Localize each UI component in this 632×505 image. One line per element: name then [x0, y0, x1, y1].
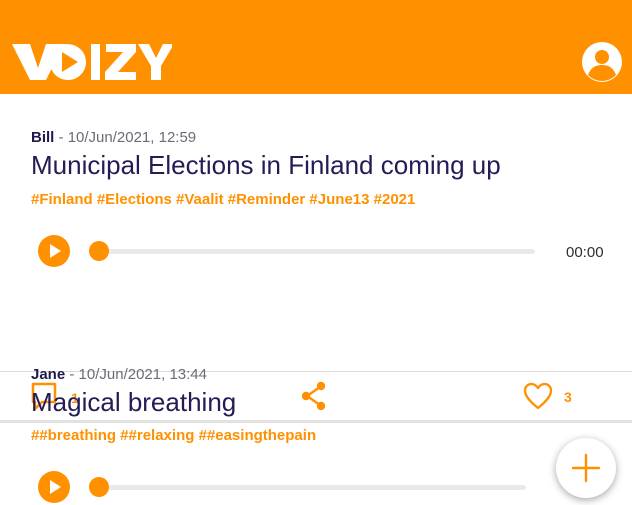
plus-icon [571, 453, 601, 483]
share-button[interactable] [299, 381, 329, 411]
play-button[interactable] [38, 471, 70, 503]
post-meta: Bill - 10/Jun/2021, 12:59 [31, 129, 196, 146]
author-name[interactable]: Bill [31, 129, 54, 146]
share-icon [301, 381, 326, 411]
author-name[interactable]: Jane [31, 366, 65, 383]
voizy-logo-mark [12, 44, 174, 80]
profile-button[interactable] [582, 42, 622, 82]
audio-progress-track[interactable] [96, 485, 526, 490]
post-timestamp: 10/Jun/2021, 12:59 [67, 129, 197, 146]
post-meta: Jane - 10/Jun/2021, 13:44 [31, 366, 207, 383]
post-hashtags[interactable]: #Finland #Elections #Vaalit #Reminder #J… [31, 191, 415, 208]
audio-time: 00:00 [566, 244, 604, 261]
app-header [0, 0, 632, 94]
user-avatar-icon [588, 50, 616, 81]
post-timestamp: 10/Jun/2021, 13:44 [78, 366, 207, 383]
voizy-logo[interactable] [12, 42, 174, 82]
meta-separator: - [54, 129, 68, 146]
audio-progress-thumb[interactable] [89, 477, 109, 497]
like-button[interactable]: 3 [522, 381, 582, 411]
heart-icon [523, 382, 553, 410]
like-count: 3 [564, 389, 572, 405]
audio-progress-track[interactable] [96, 249, 535, 254]
meta-separator: - [65, 366, 79, 383]
post-hashtags[interactable]: ##breathing ##relaxing ##easingthepain [31, 427, 316, 444]
post-separator [0, 420, 632, 423]
post-title[interactable]: Magical breathing [31, 387, 236, 418]
play-button[interactable] [38, 235, 70, 267]
post-title[interactable]: Municipal Elections in Finland coming up [31, 150, 501, 181]
add-post-button[interactable] [556, 438, 616, 498]
audio-progress-thumb[interactable] [89, 241, 109, 261]
